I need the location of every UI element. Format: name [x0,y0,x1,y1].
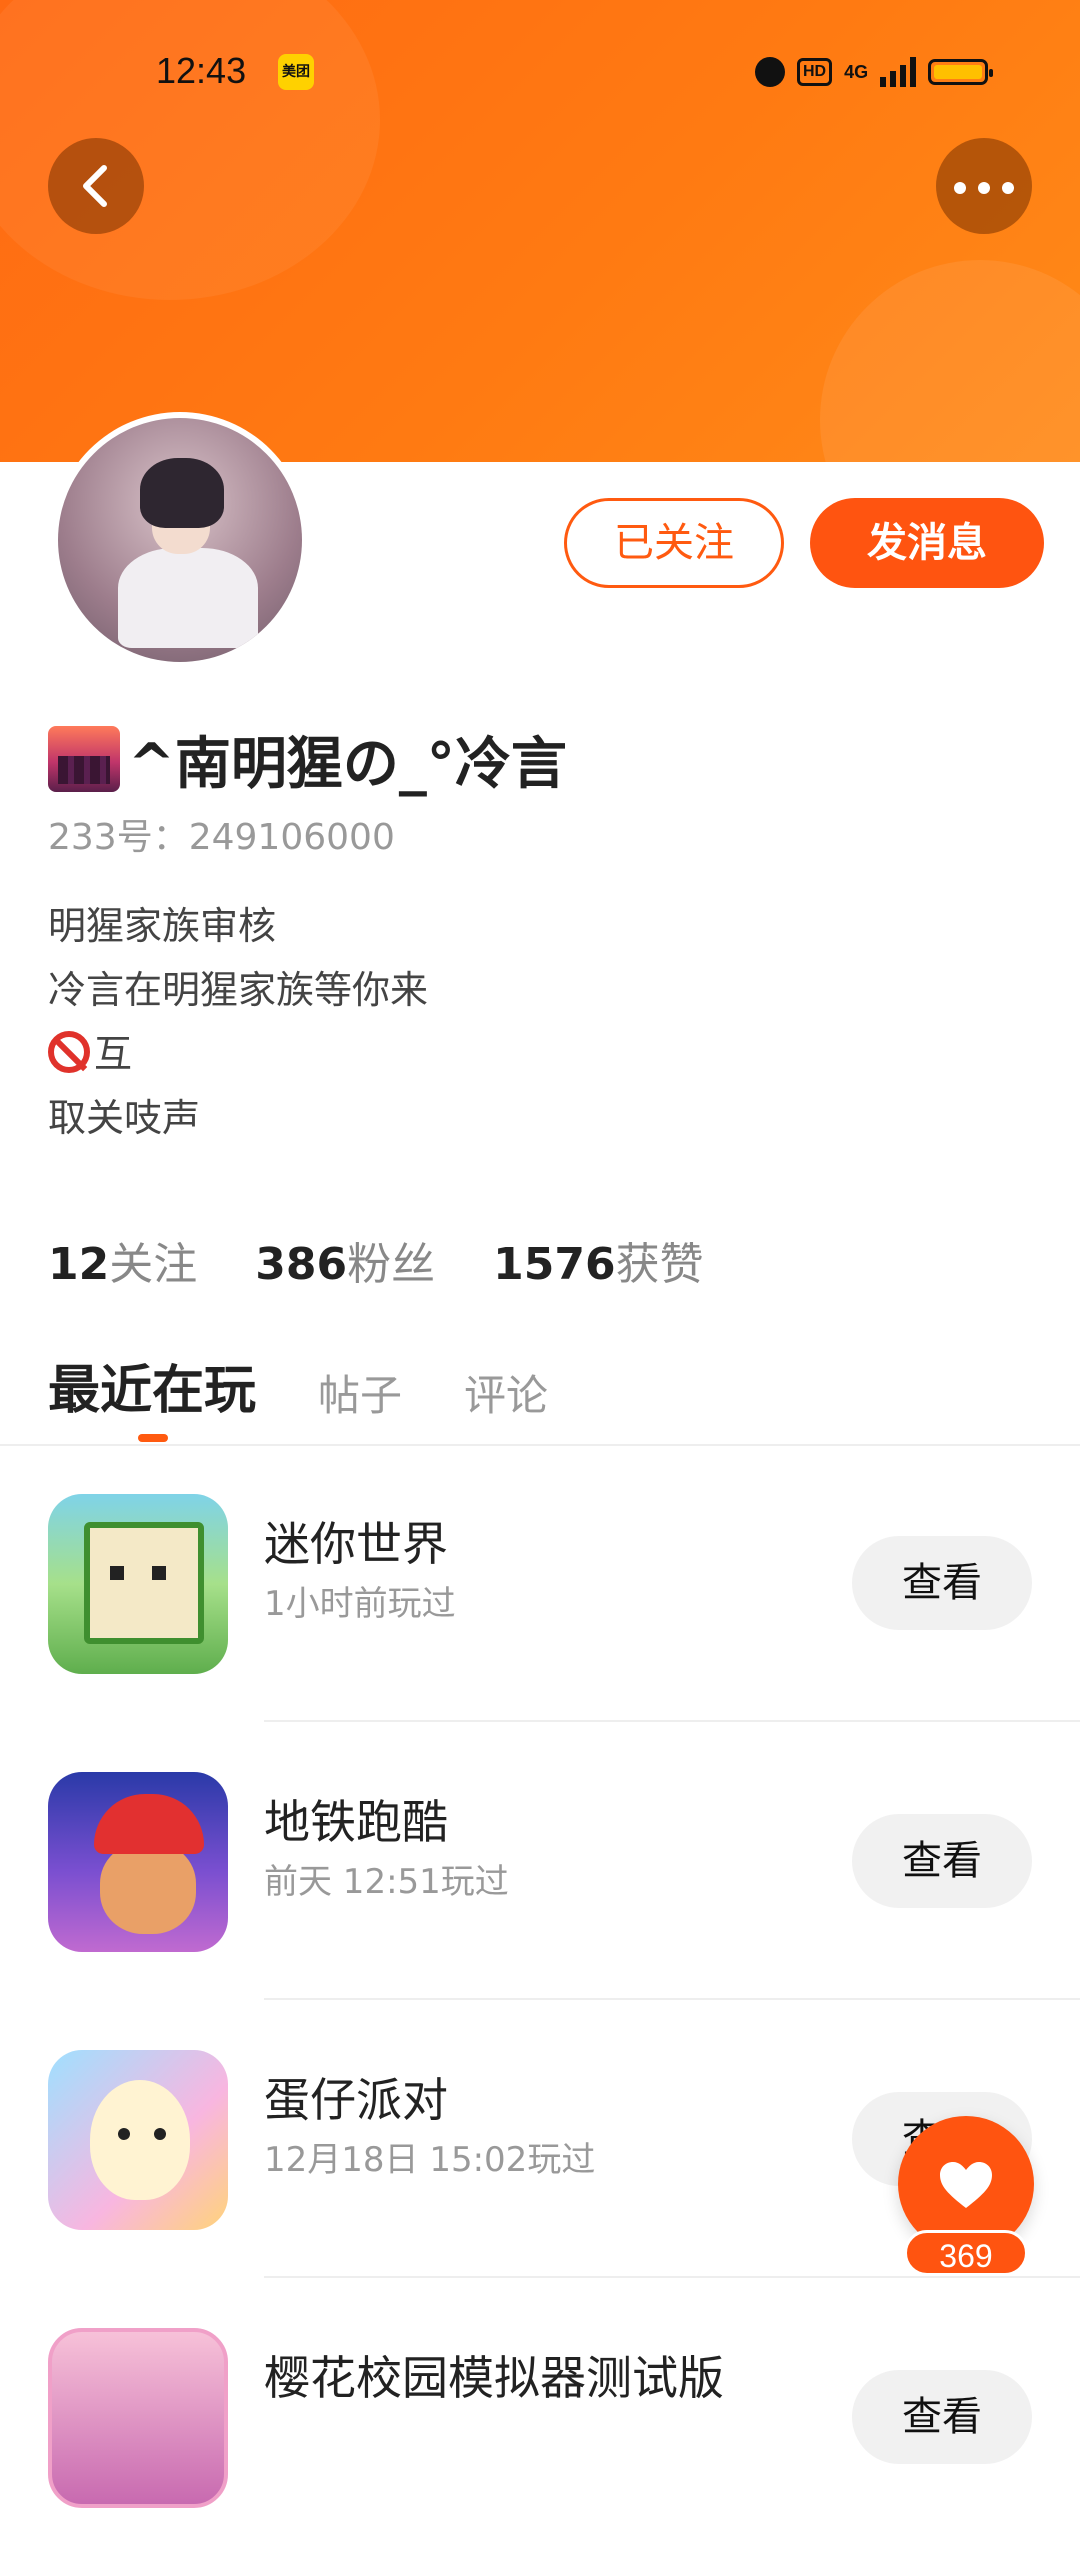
more-dots-icon [954,182,966,194]
list-item[interactable]: 迷你世界 1小时前玩过 查看 [0,1444,1080,1722]
bio-line-text: 互 [94,1032,133,1076]
list-item[interactable]: 地铁跑酷 前天 12:51玩过 查看 [0,1722,1080,2000]
network-type: 4G [844,61,869,82]
send-message-button[interactable]: 发消息 [810,498,1044,588]
avatar[interactable] [52,412,308,668]
status-time: 12:43 [156,50,247,91]
bio-line: 互 [48,1022,428,1086]
game-art [90,2080,190,2200]
game-played-time: 前天 12:51玩过 [264,1862,509,1902]
more-dots-icon [1002,182,1014,194]
active-tab-indicator [138,1434,168,1442]
game-art [154,2128,166,2140]
likes-count: 1576 [493,1239,616,1290]
game-art [110,1566,166,1580]
user-id: 233号：249106000 [48,817,395,858]
chevron-left-icon [83,165,107,207]
status-bar: 12:43 美团 HD 4G [0,40,1080,104]
view-button[interactable]: 查看 [852,2370,1032,2464]
prohibited-icon [48,1031,90,1073]
game-name: 地铁跑酷 [264,1795,448,1849]
list-item[interactable]: 樱花校园模拟器测试版 查看 [0,2278,1080,2556]
fans-stat[interactable]: 386粉丝 [255,1228,435,1292]
profile-tabs: 最近在玩 帖子 评论 [48,1348,548,1423]
city-emoji-icon [48,726,120,792]
profile-name-row: ^南明猩の_°冷言 [48,724,567,797]
status-icons: HD 4G [755,52,994,92]
bio-line: 取关吱声 [48,1096,201,1140]
game-art [100,1842,196,1934]
sakura-school-game-icon [48,2328,228,2508]
tab-posts[interactable]: 帖子 [318,1362,402,1423]
bio-line: 明猩家族审核 [48,904,277,948]
following-count: 12 [48,1239,110,1290]
following-label: 关注 [109,1239,198,1290]
like-count-badge: 369 [904,2230,1028,2276]
battery-icon [928,59,994,85]
profile-name: ^南明猩の_°冷言 [128,731,567,797]
alarm-icon [755,57,785,87]
mini-world-game-icon [48,1494,228,1674]
fans-count: 386 [255,1239,348,1290]
heart-icon [940,2162,992,2208]
tab-recently-played[interactable]: 最近在玩 [48,1348,256,1423]
game-name: 蛋仔派对 [264,2073,448,2127]
game-played-time: 1小时前玩过 [264,1584,456,1624]
subway-surfers-game-icon [48,1772,228,1952]
game-played-time: 12月18日 15:02玩过 [264,2140,596,2180]
tab-comments[interactable]: 评论 [464,1362,548,1423]
likes-stat[interactable]: 1576获赞 [493,1228,703,1292]
avatar-art [118,548,258,648]
meituan-app-icon: 美团 [278,54,314,90]
game-art [84,1522,204,1644]
profile-bio: 明猩家族审核 冷言在明猩家族等你来 互 取关吱声 [48,894,428,1150]
bio-line: 冷言在明猩家族等你来 [48,968,429,1012]
game-name: 樱花校园模拟器测试版 [264,2351,724,2405]
likes-label: 获赞 [615,1239,704,1290]
fans-label: 粉丝 [347,1239,436,1290]
more-dots-icon [978,182,990,194]
game-art [118,2128,130,2140]
profile-stats: 12关注 386粉丝 1576获赞 [48,1228,704,1292]
eggy-party-game-icon [48,2050,228,2230]
avatar-art [140,458,224,528]
hd-icon: HD [797,58,833,86]
game-name: 迷你世界 [264,1517,448,1571]
banner-decoration [820,260,1080,462]
game-art [94,1794,204,1854]
signal-icon [880,57,917,87]
following-stat[interactable]: 12关注 [48,1228,197,1292]
more-options-button[interactable] [936,138,1032,234]
followed-button[interactable]: 已关注 [564,498,784,588]
avatar-image [58,418,302,662]
view-button[interactable]: 查看 [852,1814,1032,1908]
back-button[interactable] [48,138,144,234]
view-button[interactable]: 查看 [852,1536,1032,1630]
